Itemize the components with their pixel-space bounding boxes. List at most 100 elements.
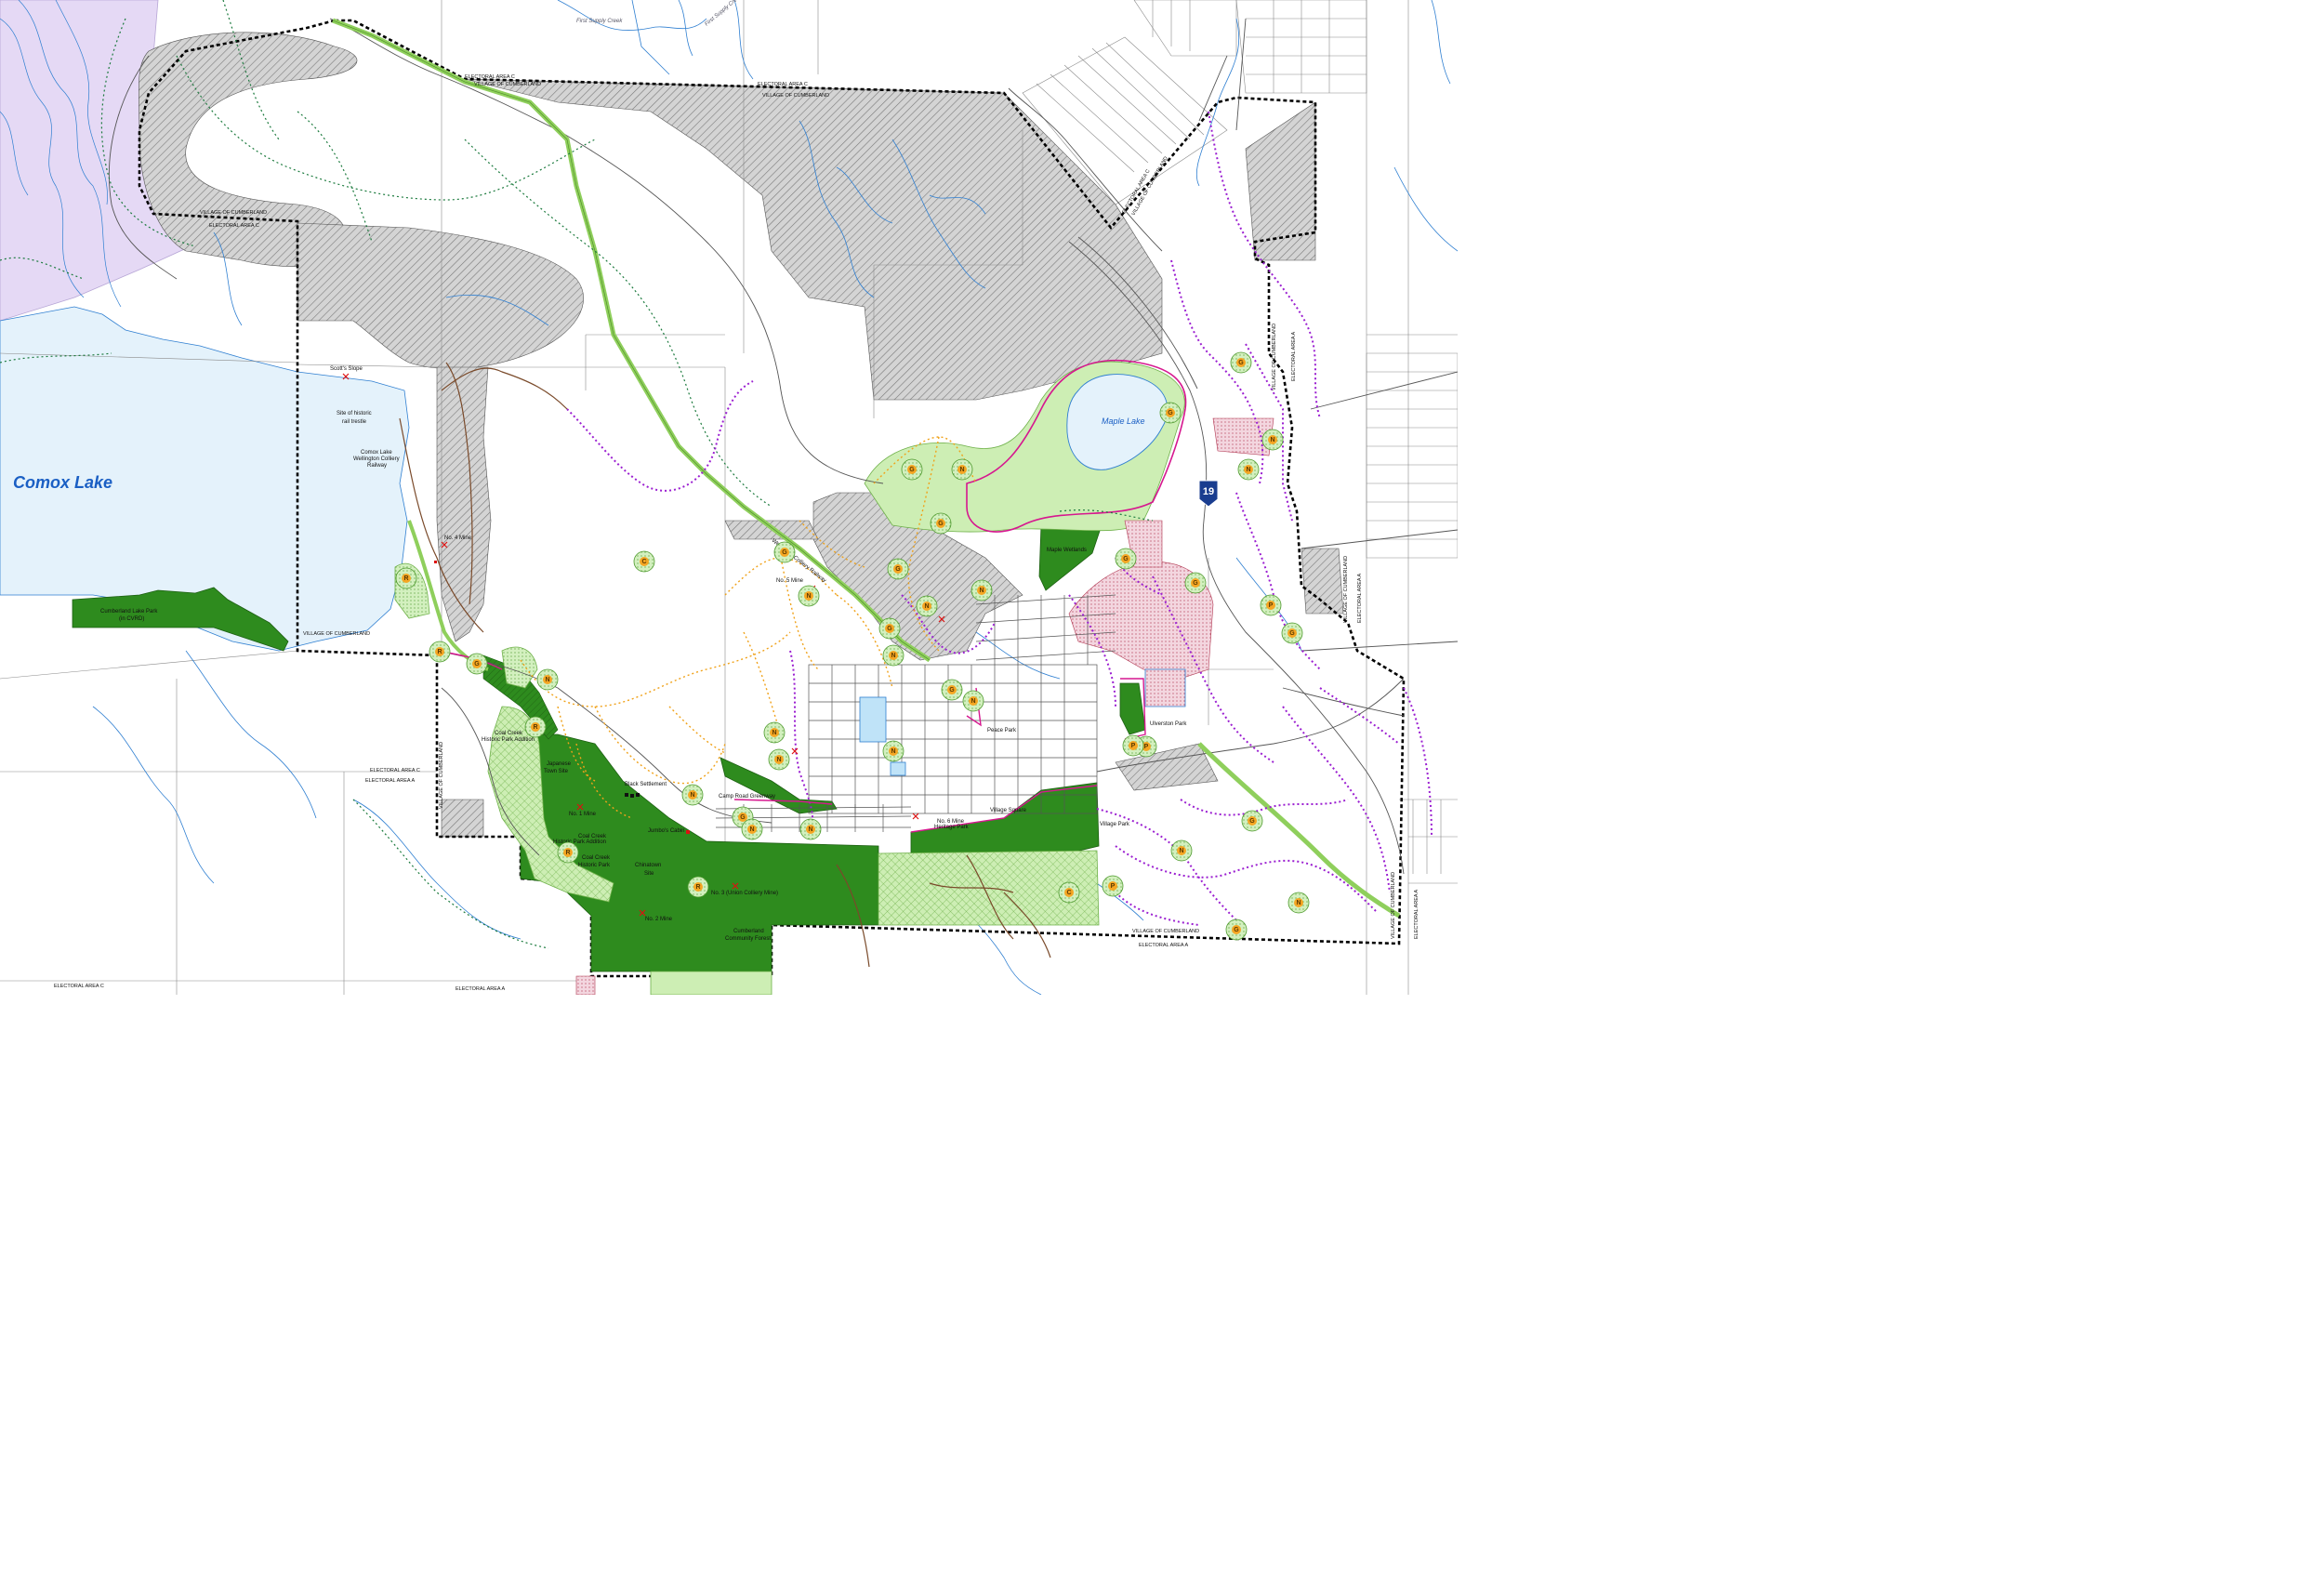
coal-creek-park-label-1: Coal Creek (582, 855, 611, 861)
park-marker-n: N (1287, 892, 1310, 914)
boundary-label-voc-lake: VILLAGE OF CUMBERLAND (303, 631, 370, 637)
cumberland-parks-map: 19 Comox Lake Maple Lake First Supply Cr… (0, 0, 1458, 995)
marker-letter: N (1270, 437, 1274, 443)
rail-trestle-label-1: Site of historic (337, 411, 372, 416)
park-marker-p: P (1122, 734, 1144, 757)
coal-creek-addition-b-label-2: Historic Park Addition (553, 839, 606, 845)
coal-creek-park-label-2: Historic Park (578, 863, 611, 868)
first-supply-creek-label-1: First Supply Creek (576, 19, 623, 24)
community-forest-label-2: Community Forest (725, 936, 771, 942)
park-marker-g: G (930, 512, 952, 535)
marker-letter: N (545, 677, 549, 683)
marker-letter: N (749, 826, 754, 833)
park-marker-g: G (887, 558, 909, 580)
park-marker-p: P (1102, 875, 1124, 897)
park-marker-g: G (1115, 548, 1137, 570)
boundary-label-voc-se: VILLAGE OF CUMBERLAND (1391, 872, 1396, 939)
park-marker-n: N (962, 690, 984, 712)
japanese-town-label-2: Town Site (544, 769, 569, 774)
park-marker-n: N (741, 818, 763, 840)
marker-letter: N (808, 826, 812, 833)
boundary-label-ea-c-top: ELECTORAL AREA C (465, 74, 515, 80)
no2-mine-label: No. 2 Mine (645, 917, 673, 922)
no3-mine-label: No. 3 (Union Colliery Mine) (711, 891, 778, 896)
marker-letter: N (924, 603, 929, 610)
park-marker-g: G (1159, 402, 1182, 424)
marker-letter: N (772, 730, 776, 736)
marker-letter: C (1066, 890, 1071, 896)
marker-letter: G (474, 661, 480, 667)
boundary-label-voc-left: VILLAGE OF CUMBERLAND (200, 210, 267, 216)
park-marker-n: N (916, 595, 938, 617)
wellington-rail-label-1: Comox Lake (361, 450, 392, 456)
boundary-label-ea-c-left: ELECTORAL AREA C (209, 223, 259, 229)
park-marker-n: N (799, 818, 822, 840)
boundary-label-voc-bottom: VILLAGE OF CUMBERLAND (1132, 929, 1199, 934)
marker-letter: N (959, 467, 964, 473)
town-pool (859, 696, 887, 743)
park-marker-g: G (878, 617, 901, 640)
boundary-label-ea-a-se: ELECTORAL AREA A (1414, 889, 1419, 939)
park-marker-g: G (1230, 351, 1252, 374)
marker-letter: R (565, 850, 570, 856)
park-marker-g: G (901, 458, 923, 481)
boundary-label-ea-a-right-1: ELECTORAL AREA A (1291, 331, 1297, 381)
park-marker-r: R (429, 641, 451, 663)
park-marker-n: N (951, 458, 973, 481)
park-marker-n: N (1237, 458, 1260, 481)
boundary-label-ea-a-bottom: ELECTORAL AREA A (1139, 943, 1189, 948)
park-marker-n: N (763, 721, 786, 744)
black-settlement-label: Black Settlement (625, 782, 667, 787)
park-marker-n: N (1261, 429, 1284, 451)
marker-letter: N (971, 698, 975, 705)
park-marker-r: R (557, 841, 579, 864)
marker-letter: G (1123, 556, 1129, 562)
park-marker-p: P (1260, 594, 1282, 616)
park-marker-g: G (1241, 810, 1263, 832)
marker-letter: N (891, 653, 895, 659)
no5-mine-label: No. 5 Mine (776, 578, 804, 584)
marker-letter: G (1238, 360, 1244, 366)
ulverston-park-label: Ulverston Park (1150, 721, 1187, 727)
wellington-rail-label-2: Wellington Colliery (353, 456, 400, 462)
park-marker-n: N (971, 579, 993, 601)
community-forest-label-1: Cumberland (733, 929, 764, 934)
park-marker-r: R (687, 876, 709, 898)
wellington-rail-label-3: Railway (367, 463, 387, 469)
boundary-label-ea-c-top-2: ELECTORAL AREA C (758, 82, 808, 87)
boundary-label-ea-a-right-2: ELECTORAL AREA A (1357, 573, 1363, 623)
maple-lake-label: Maple Lake (1102, 416, 1145, 426)
marker-letter: N (979, 588, 984, 594)
boundary-label-voc-top-2: VILLAGE OF CUMBERLAND (762, 93, 829, 99)
marker-letter: G (895, 566, 901, 573)
marker-letter: G (740, 814, 746, 821)
park-marker-g: G (941, 679, 963, 701)
park-marker-n: N (798, 585, 820, 607)
park-marker-n: N (681, 784, 704, 806)
marker-letter: N (690, 792, 694, 799)
marker-letter: R (695, 884, 700, 891)
park-marker-n: N (882, 644, 905, 667)
coal-creek-addition-label-1: Coal Creek (495, 731, 523, 736)
marker-letter: R (403, 575, 408, 582)
comox-lake-label: Comox Lake (13, 473, 112, 492)
marker-letter: G (782, 549, 787, 556)
chinatown-label-2: Site (644, 871, 654, 877)
village-park-label: Village Park (1100, 822, 1130, 827)
coal-creek-addition-label-2: Historic Park Addition (482, 737, 535, 743)
scotts-slope-label: Scott's Slope (330, 366, 363, 372)
maple-wetlands-label: Maple Wetlands (1047, 548, 1087, 553)
camp-road-greenway-label: Camp Road Greenway (719, 794, 775, 800)
marker-letter: N (1179, 848, 1183, 854)
marker-letter: G (887, 626, 892, 632)
no1-mine-label: No. 1 Mine (569, 812, 597, 817)
marker-letter: G (1249, 818, 1255, 825)
boundary-label-voc-top-1: VILLAGE OF CUMBERLAND (474, 82, 541, 87)
marker-letter: N (806, 593, 811, 600)
forest-south-light-zone (650, 971, 772, 995)
park-marker-c: C (633, 550, 655, 573)
town-pool-small (890, 761, 906, 776)
marker-letter: P (1131, 743, 1136, 749)
boundary-label-voc-vert: VILLAGE OF CUMBERLAND (439, 742, 444, 809)
marker-letter: G (1234, 927, 1239, 933)
